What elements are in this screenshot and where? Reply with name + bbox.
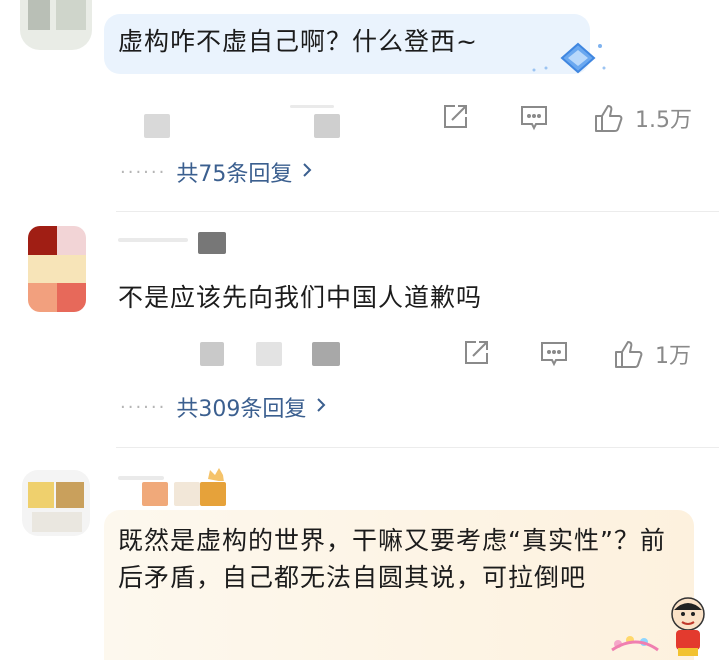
- like-count: 1万: [655, 344, 691, 369]
- blurred-content: [314, 114, 340, 138]
- blurred-content: [144, 114, 170, 138]
- replies-count: 共309条回复: [176, 397, 307, 422]
- comment-button[interactable]: [539, 340, 569, 368]
- blurred-username: [174, 482, 200, 506]
- blurred-username: [118, 238, 188, 242]
- blurred-username: [118, 476, 164, 480]
- sparkle-sticker-icon: [520, 38, 610, 80]
- blurred-content: [256, 342, 282, 366]
- comment-icon: [521, 106, 547, 131]
- comment-text: 既然是虚构的世界，干嘛又要考虑“真实性”？前后矛盾，自己都无法自圆其说，可拉倒吧: [118, 526, 666, 592]
- view-replies-link[interactable]: ······ 共75条回复: [120, 156, 314, 188]
- like-count: 1.5万: [635, 108, 692, 133]
- thumbs-up-icon: [615, 341, 643, 368]
- blurred-content: [290, 105, 334, 108]
- replies-count: 共75条回复: [176, 162, 293, 187]
- blurred-username: [200, 482, 226, 506]
- divider: [116, 211, 719, 212]
- cartoon-sticker-icon: [606, 594, 716, 658]
- thumbs-up-icon: [595, 105, 623, 132]
- blurred-username: [198, 232, 226, 254]
- crown-badge-icon: [206, 466, 226, 482]
- dots-icon: ······: [120, 396, 167, 418]
- avatar[interactable]: [20, 0, 92, 50]
- blurred-content: [312, 342, 340, 366]
- comment-icon: [541, 342, 567, 367]
- like-button[interactable]: 1.5万: [593, 102, 692, 134]
- view-replies-link[interactable]: ······ 共309条回复: [120, 391, 328, 423]
- comment-button[interactable]: [519, 104, 549, 132]
- share-icon: [444, 105, 467, 128]
- share-button[interactable]: [462, 339, 490, 367]
- divider: [116, 447, 719, 448]
- avatar[interactable]: [28, 226, 86, 312]
- dots-icon: ······: [120, 161, 167, 183]
- comment-text: 虚构咋不虚自己啊？什么登西~: [118, 27, 478, 56]
- chevron-right-icon: [314, 395, 328, 420]
- chevron-right-icon: [300, 160, 314, 185]
- blurred-content: [200, 342, 224, 366]
- like-button[interactable]: 1万: [613, 338, 691, 370]
- avatar[interactable]: [22, 470, 90, 536]
- blurred-username: [142, 482, 168, 506]
- share-icon: [465, 341, 488, 364]
- share-button[interactable]: [441, 103, 469, 131]
- comment-text: 不是应该先向我们中国人道歉吗: [118, 283, 483, 312]
